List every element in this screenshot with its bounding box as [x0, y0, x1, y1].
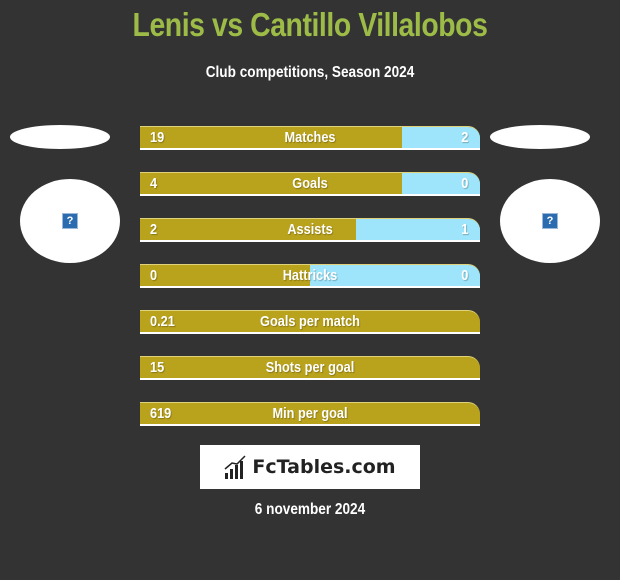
stat-row-hattricks: 0 Hattricks 0 — [140, 264, 480, 288]
page-subtitle: Club competitions, Season 2024 — [205, 64, 415, 81]
right-value: 0 — [460, 267, 468, 284]
question-mark-icon: ? — [62, 213, 78, 229]
stat-label: Goals per match — [260, 313, 360, 330]
stat-label: Goals — [292, 175, 328, 192]
stat-label: Shots per goal — [265, 359, 355, 376]
right-player-avatar: ? — [500, 179, 600, 263]
right-player-name-badge — [490, 125, 590, 149]
right-value: 0 — [460, 175, 468, 192]
stat-label: Hattricks — [282, 267, 338, 284]
logo-text: FcTables.com — [252, 456, 396, 478]
left-value: 4 — [150, 175, 158, 192]
stat-row-assists: 2 Assists 1 — [140, 218, 480, 242]
stat-row-shots-per-goal: 15 Shots per goal — [140, 356, 480, 380]
left-value: 0 — [150, 267, 158, 284]
left-player-name-badge — [10, 125, 110, 149]
left-value: 15 — [150, 359, 165, 376]
stat-label: Min per goal — [272, 405, 348, 422]
stat-row-goals-per-match: 0.21 Goals per match — [140, 310, 480, 334]
left-player-avatar: ? — [20, 179, 120, 263]
page-title: Lenis vs Cantillo Villalobos — [132, 6, 488, 43]
stat-row-min-per-goal: 619 Min per goal — [140, 402, 480, 426]
question-mark-icon: ? — [542, 213, 558, 229]
fctables-logo[interactable]: FcTables.com — [200, 445, 420, 489]
date-label: 6 november 2024 — [254, 501, 366, 518]
right-value: 2 — [460, 129, 468, 146]
stat-row-matches: 19 Matches 2 — [140, 126, 480, 150]
stat-label: Matches — [284, 129, 336, 146]
left-value: 19 — [150, 129, 165, 146]
left-value: 2 — [150, 221, 158, 238]
stat-label: Assists — [287, 221, 333, 238]
stat-row-goals: 4 Goals 0 — [140, 172, 480, 196]
right-value: 1 — [460, 221, 468, 238]
bar-chart-icon — [224, 455, 246, 479]
